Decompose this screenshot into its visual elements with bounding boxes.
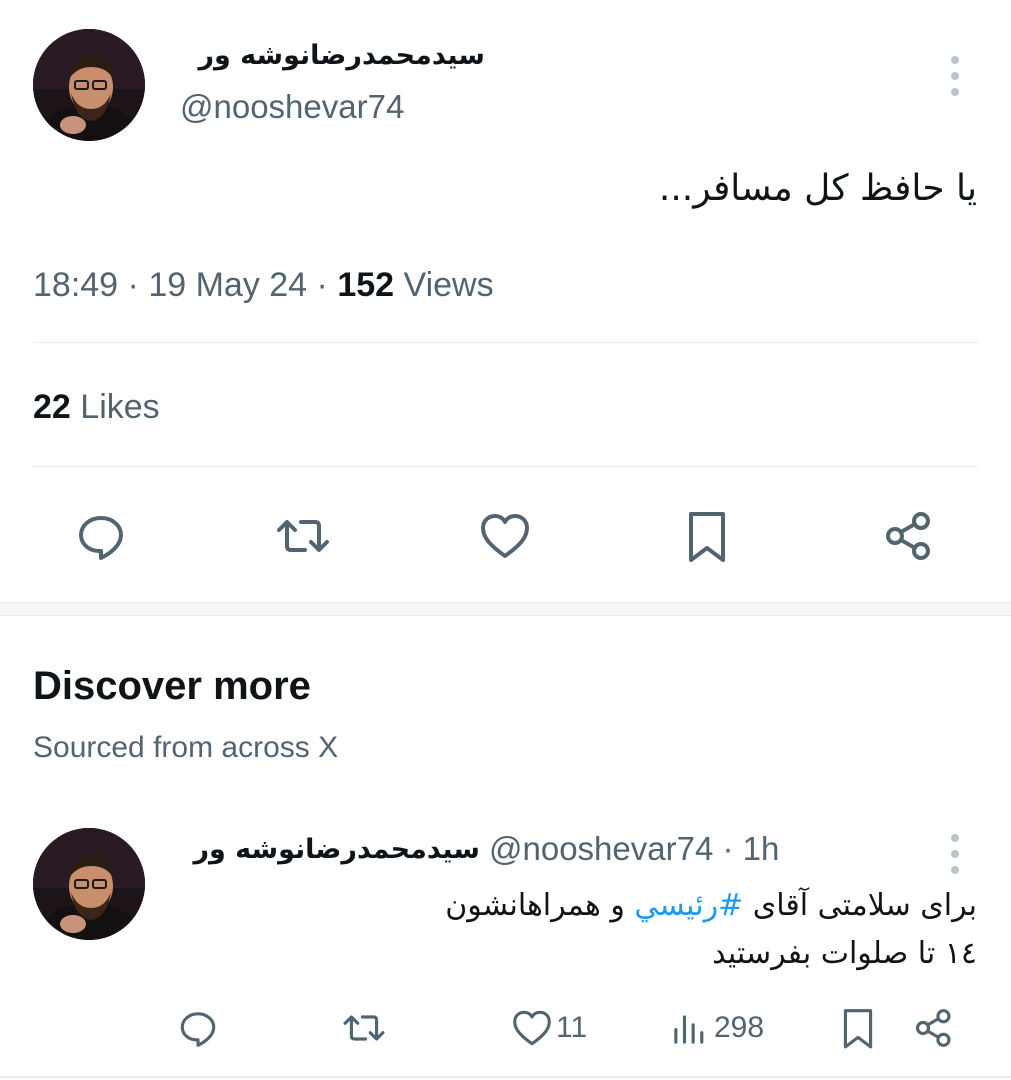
bookmark-icon bbox=[689, 512, 725, 562]
tweet-meta: 18:49 · 19 May 24 · 152 Views bbox=[33, 266, 494, 305]
divider bbox=[33, 466, 978, 467]
tweet-text: برای سلامتی آقای #رئیسي و همراهانشون ١٤ … bbox=[277, 882, 977, 978]
tweet-text-line: برای سلامتی آقای #رئیسي و همراهانشون bbox=[277, 882, 977, 930]
like-button[interactable]: 11 bbox=[510, 1004, 587, 1052]
avatar[interactable] bbox=[33, 29, 145, 141]
reply-icon bbox=[79, 516, 123, 560]
analytics-icon bbox=[674, 1015, 704, 1044]
likes-count: 22 bbox=[33, 388, 71, 426]
tweet-action-bar: 11 298 bbox=[0, 1004, 1011, 1052]
views-label: Views bbox=[403, 266, 494, 304]
bookmark-button[interactable] bbox=[836, 1004, 880, 1052]
display-name[interactable]: سیدمحمدرضانوشه ور bbox=[175, 834, 480, 865]
tweet-header: سیدمحمدرضانوشه ور @nooshevar74 · 1h bbox=[175, 830, 815, 874]
like-icon bbox=[481, 514, 529, 558]
views-button[interactable]: 298 bbox=[668, 1004, 764, 1052]
display-name[interactable]: سیدمحمدرضانوشه ور bbox=[180, 40, 485, 71]
separator-dot: · bbox=[127, 266, 149, 304]
reply-button[interactable] bbox=[176, 1004, 220, 1052]
divider bbox=[0, 1076, 1011, 1078]
like-icon bbox=[513, 1010, 551, 1046]
share-icon bbox=[915, 1009, 951, 1047]
user-handle-and-time[interactable]: @nooshevar74 · 1h bbox=[489, 830, 779, 868]
share-icon bbox=[886, 512, 930, 560]
bookmark-button[interactable] bbox=[679, 508, 735, 564]
retweet-button[interactable] bbox=[275, 508, 331, 564]
dot-icon bbox=[951, 88, 959, 96]
text-segment: برای سلامتی آقای bbox=[743, 888, 977, 923]
tweet-text-line: ١٤ تا صلوات بفرستید bbox=[712, 936, 977, 971]
like-button[interactable] bbox=[477, 508, 533, 564]
dot-icon bbox=[951, 866, 959, 874]
user-handle[interactable]: @nooshevar74 bbox=[180, 88, 404, 126]
tweet-text: یا حافظ کل مسافر... bbox=[658, 168, 977, 209]
bookmark-icon bbox=[843, 1009, 873, 1049]
avatar[interactable] bbox=[33, 828, 145, 940]
section-title: Discover more bbox=[33, 664, 311, 708]
hashtag-link[interactable]: #رئیسي bbox=[634, 888, 743, 923]
tweet-action-bar bbox=[0, 508, 1011, 564]
section-subtitle: Sourced from across X bbox=[33, 731, 339, 764]
share-button[interactable] bbox=[881, 508, 937, 564]
retweet-button[interactable] bbox=[342, 1004, 386, 1052]
likes-summary[interactable]: 22 Likes bbox=[33, 388, 160, 427]
section-separator bbox=[0, 602, 1011, 616]
separator-dot: · bbox=[722, 830, 743, 867]
more-options-button[interactable] bbox=[940, 834, 970, 874]
likes-label: Likes bbox=[80, 388, 160, 426]
views-count: 298 bbox=[714, 1011, 765, 1044]
avatar-image bbox=[33, 828, 145, 940]
tweet-time: 18:49 bbox=[33, 266, 119, 304]
views-count: 152 bbox=[337, 266, 395, 304]
dot-icon bbox=[951, 834, 959, 842]
like-count: 11 bbox=[556, 1011, 588, 1044]
share-button[interactable] bbox=[912, 1004, 956, 1052]
reply-button[interactable] bbox=[73, 508, 129, 564]
more-options-button[interactable] bbox=[940, 56, 970, 96]
tweet-date: 19 May 24 bbox=[148, 266, 308, 304]
divider bbox=[33, 342, 978, 343]
retweet-icon bbox=[277, 520, 329, 552]
dot-icon bbox=[951, 850, 959, 858]
dot-icon bbox=[951, 72, 959, 80]
dot-icon bbox=[951, 56, 959, 64]
separator-dot: · bbox=[316, 266, 338, 304]
text-segment: و همراهانشون bbox=[445, 888, 635, 923]
tweet-detail-page: سیدمحمدرضانوشه ور @nooshevar74 یا حافظ ک… bbox=[0, 0, 1011, 1080]
avatar-image bbox=[33, 29, 145, 141]
tweet-age: 1h bbox=[742, 830, 780, 867]
user-handle: @nooshevar74 bbox=[489, 830, 714, 867]
retweet-icon bbox=[343, 1015, 385, 1041]
reply-icon bbox=[180, 1012, 216, 1047]
